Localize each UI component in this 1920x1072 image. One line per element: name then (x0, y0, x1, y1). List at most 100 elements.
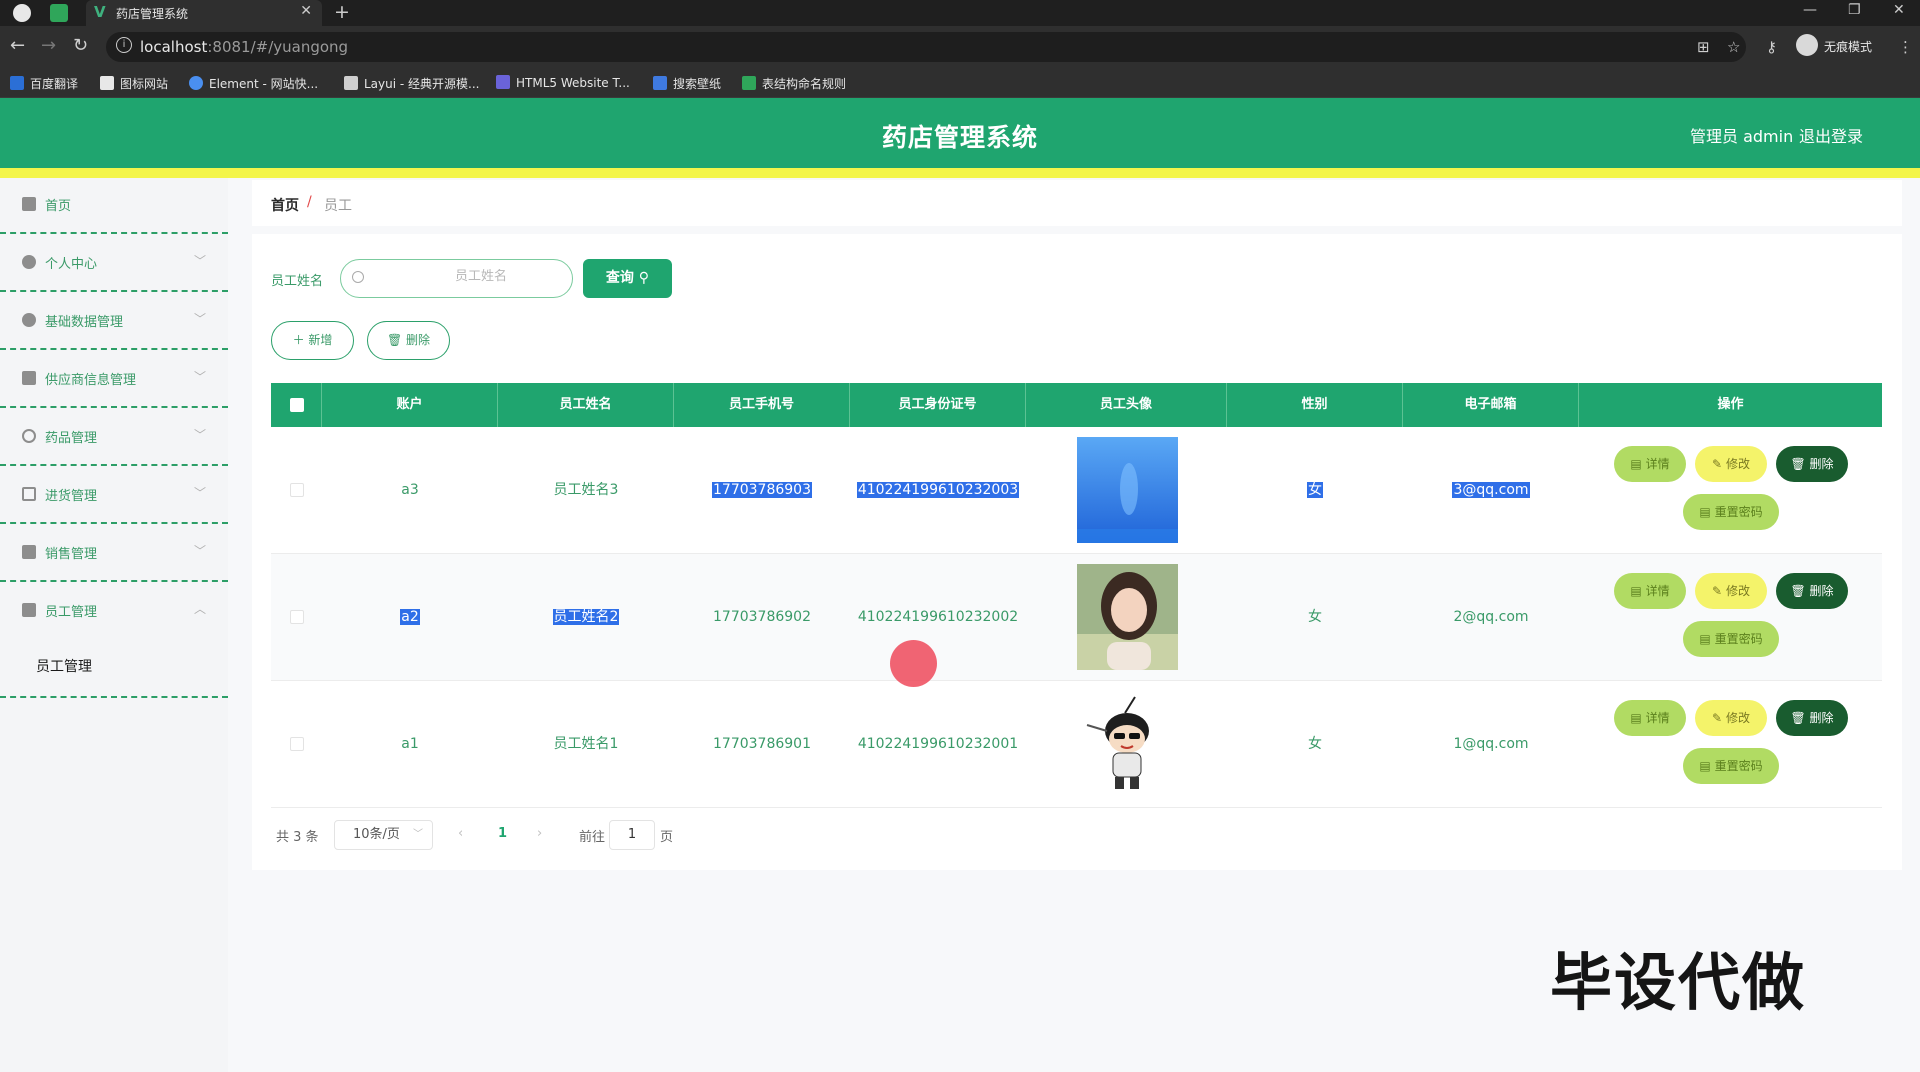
sidebar-item-drugs[interactable]: 药品管理 ﹀ (0, 408, 228, 466)
restore-icon[interactable]: ❐ (1848, 2, 1861, 18)
new-tab-icon[interactable]: + (334, 1, 350, 23)
pinned-tab-icon[interactable] (50, 4, 68, 22)
translate-icon[interactable]: ⊞ (1697, 38, 1710, 56)
next-page-icon[interactable]: › (537, 826, 542, 841)
search-label: 员工姓名 (271, 274, 324, 289)
cell-account: a2 (400, 609, 420, 625)
doc-icon: ▤ (1699, 632, 1711, 646)
bookmark-item[interactable]: Layui - 经典开源模... (344, 75, 479, 92)
cell-email: 2@qq.com (1453, 609, 1529, 625)
row-checkbox[interactable] (290, 483, 304, 497)
sidebar-item-home[interactable]: 首页 (0, 176, 228, 234)
incognito-label: 无痕模式 (1824, 40, 1873, 54)
delete-button[interactable]: 🗑 删除 (1776, 573, 1848, 609)
query-button[interactable]: 查询 ⚲ (583, 259, 672, 298)
bookmark-item[interactable]: HTML5 Website T... (496, 75, 630, 90)
edit-button[interactable]: ✎ 修改 (1695, 446, 1767, 482)
close-tab-icon[interactable]: ✕ (300, 3, 312, 19)
reset-password-button[interactable]: ▤ 重置密码 (1683, 621, 1779, 657)
close-window-icon[interactable]: ✕ (1893, 2, 1905, 18)
reset-password-button[interactable]: ▤ 重置密码 (1683, 494, 1779, 530)
key-icon[interactable]: ⚷ (1766, 38, 1777, 56)
menu-icon[interactable]: ⋮ (1898, 38, 1913, 56)
chevron-down-icon: ﹀ (193, 312, 206, 326)
pencil-icon: ✎ (1712, 584, 1723, 598)
incognito-icon[interactable] (1796, 34, 1818, 56)
sidebar-item-employees[interactable]: 员工管理 ︿ (0, 582, 228, 640)
home-icon (22, 197, 36, 211)
search-field[interactable] (340, 259, 573, 298)
select-all-checkbox[interactable] (290, 398, 304, 412)
sidebar-item-basic-data[interactable]: 基础数据管理 ﹀ (0, 292, 228, 350)
cell-account: a1 (401, 736, 419, 752)
sidebar-item-profile[interactable]: 个人中心 ﹀ (0, 234, 228, 292)
row-checkbox[interactable] (290, 737, 304, 751)
breadcrumb-separator: / (307, 194, 312, 210)
bookmark-item[interactable]: 图标网站 (100, 75, 168, 92)
pagination-total: 共 3 条 (276, 830, 319, 845)
url-text: localhost:8081/#/yuangong (140, 38, 349, 56)
page-size-select[interactable]: 10条/页 ﹀ (334, 820, 433, 850)
column-header: 员工手机号 (674, 383, 850, 427)
star-icon[interactable]: ☆ (1727, 38, 1740, 56)
chat-icon (22, 487, 36, 501)
cell-gender: 女 (1308, 736, 1322, 752)
minimize-icon[interactable]: — (1803, 2, 1817, 18)
edit-button[interactable]: ✎ 修改 (1695, 700, 1767, 736)
chevron-down-icon: ﹀ (193, 254, 206, 268)
column-header: 员工姓名 (498, 383, 674, 427)
table-row: a3 员工姓名3 17703786903 410224199610232003 … (271, 427, 1882, 554)
column-header: 账户 (322, 383, 498, 427)
row-checkbox[interactable] (290, 610, 304, 624)
chevron-down-icon: ﹀ (413, 829, 423, 840)
detail-button[interactable]: ▤ 详情 (1614, 700, 1686, 736)
column-header: 员工头像 (1026, 383, 1227, 427)
sidebar-item-label: 员工管理 (45, 605, 98, 620)
sidebar-item-label: 供应商信息管理 (45, 373, 137, 388)
page-number[interactable]: 1 (498, 826, 507, 841)
url-field[interactable]: i localhost:8081/#/yuangong (106, 32, 1746, 62)
search-input[interactable] (401, 269, 561, 284)
goto-page-input[interactable]: 1 (609, 820, 655, 850)
detail-button[interactable]: ▤ 详情 (1614, 573, 1686, 609)
detail-button[interactable]: ▤ 详情 (1614, 446, 1686, 482)
add-button[interactable]: ＋ 新增 (271, 321, 354, 360)
bookmark-item[interactable]: 搜索壁纸 (653, 75, 721, 92)
delete-button[interactable]: 🗑 删除 (1776, 446, 1848, 482)
reload-icon[interactable]: ↻ (73, 35, 88, 56)
back-icon[interactable]: ← (10, 35, 25, 56)
app-header: 药店管理系统 管理员 admin 退出登录 (0, 98, 1920, 168)
prev-page-icon[interactable]: ‹ (458, 826, 463, 841)
pin-icon (22, 313, 36, 327)
sidebar-subitem-employee-management[interactable]: 员工管理 (0, 640, 228, 698)
logout-link[interactable]: 退出登录 (1799, 123, 1863, 147)
bookmark-item[interactable]: 百度翻译 (10, 75, 78, 92)
bookmark-item[interactable]: 表结构命名规则 (742, 75, 846, 92)
edit-button[interactable]: ✎ 修改 (1695, 573, 1767, 609)
sidebar-item-purchase[interactable]: 进货管理 ﹀ (0, 466, 228, 524)
sidebar-subitem-label: 员工管理 (36, 659, 92, 675)
browser-tab-bar: V 药店管理系统 ✕ + — ❐ ✕ (0, 0, 1920, 26)
chrome-icon[interactable] (13, 4, 31, 22)
site-info-icon[interactable]: i (116, 37, 132, 53)
app-title: 药店管理系统 (881, 123, 1038, 152)
trash-icon: 🗑 (1790, 457, 1806, 471)
batch-delete-button[interactable]: 🗑 删除 (367, 321, 450, 360)
bookmark-item[interactable]: Element - 网站快... (189, 75, 318, 92)
cell-phone: 17703786901 (713, 736, 811, 752)
cell-phone: 17703786902 (713, 609, 811, 625)
vue-icon: V (94, 3, 106, 21)
active-tab[interactable]: V 药店管理系统 ✕ (86, 0, 322, 26)
monitor-icon (22, 371, 36, 385)
column-header: 操作 (1717, 397, 1744, 412)
tab-title: 药店管理系统 (116, 7, 189, 21)
doc-icon: ▤ (1630, 457, 1642, 471)
sidebar-item-sales[interactable]: 销售管理 ﹀ (0, 524, 228, 582)
sidebar-item-supplier[interactable]: 供应商信息管理 ﹀ (0, 350, 228, 408)
cell-account: a3 (401, 482, 419, 498)
column-header: 性别 (1227, 383, 1403, 427)
delete-button[interactable]: 🗑 删除 (1776, 700, 1848, 736)
forward-icon[interactable]: → (41, 35, 56, 56)
reset-password-button[interactable]: ▤ 重置密码 (1683, 748, 1779, 784)
breadcrumb-home[interactable]: 首页 (271, 195, 299, 215)
